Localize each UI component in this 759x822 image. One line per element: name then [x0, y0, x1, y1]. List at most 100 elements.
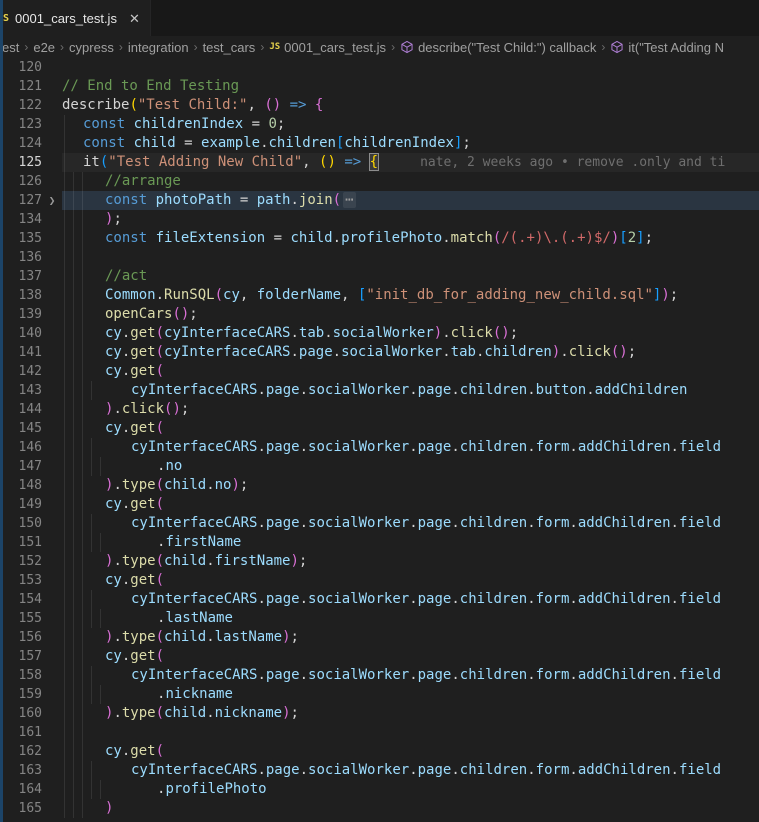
token: .	[451, 591, 460, 607]
token: socialWorker	[332, 325, 434, 341]
code-line[interactable]: 122 describe("Test Child:", () => {	[0, 96, 759, 115]
code-line[interactable]: 155 .lastName	[0, 609, 759, 628]
token: .	[560, 344, 569, 360]
token: .	[670, 591, 679, 607]
code-line[interactable]: 134);	[0, 210, 759, 229]
token: cy	[105, 648, 122, 664]
code-line[interactable]: 148).type(child.no);	[0, 476, 759, 495]
code-line[interactable]: 123 const childrenIndex = 0;	[0, 115, 759, 134]
breadcrumb-item[interactable]: integration	[128, 40, 189, 55]
token: ;	[113, 211, 122, 227]
code-content: cyInterfaceCARS.page.socialWorker.page.c…	[62, 590, 759, 609]
code-editor[interactable]: 120 121// End to End Testing 122 describe("…	[0, 58, 759, 822]
token: // End to End Testing	[62, 78, 240, 94]
code-line[interactable]: 157 cy.get(	[0, 647, 759, 666]
breadcrumb-item[interactable]: it("Test Adding N	[610, 40, 724, 55]
chevron-slot	[42, 742, 62, 761]
token: "Test Adding New Child"	[108, 154, 303, 170]
code-line[interactable]: 145 cy.get(	[0, 419, 759, 438]
code-line[interactable]: 124 const child = example.children[childr…	[0, 134, 759, 153]
token: get	[130, 420, 156, 436]
token: child	[164, 629, 207, 645]
code-line[interactable]: 153 cy.get(	[0, 571, 759, 590]
code-line[interactable]: 125 it("Test Adding New Child", () => {na…	[0, 153, 759, 172]
breadcrumb-item[interactable]: test_cars	[203, 40, 256, 55]
code-line[interactable]: 143 cyInterfaceCARS.page.socialWorker.pag…	[0, 381, 759, 400]
code-content: cy.get(	[62, 495, 759, 514]
gutter: 162	[0, 742, 62, 761]
token: .	[451, 762, 460, 778]
breadcrumb-separator-icon: ›	[391, 40, 396, 54]
code-line[interactable]: 147 .no	[0, 457, 759, 476]
line-number: 160	[18, 706, 42, 721]
chevron-slot	[42, 324, 62, 343]
code-line[interactable]: 159 .nickname	[0, 685, 759, 704]
breadcrumb-item[interactable]: JS 0001_cars_test.js	[269, 40, 386, 55]
code-line[interactable]: 161	[0, 723, 759, 742]
code-content: openCars();	[62, 305, 759, 324]
token: socialWorker	[308, 439, 410, 455]
breadcrumb-item[interactable]: cypress	[69, 40, 114, 55]
code-line[interactable]: 152).type(child.firstName);	[0, 552, 759, 571]
code-line[interactable]: 154 cyInterfaceCARS.page.socialWorker.pag…	[0, 590, 759, 609]
code-line[interactable]: 158 cyInterfaceCARS.page.socialWorker.pag…	[0, 666, 759, 685]
breadcrumb-label: describe("Test Child:") callback	[418, 39, 597, 55]
code-line[interactable]: 136	[0, 248, 759, 267]
close-icon[interactable]: ✕	[129, 12, 140, 25]
token: .	[670, 439, 679, 455]
token: .	[299, 762, 309, 778]
token: )	[282, 705, 291, 721]
line-number: 147	[18, 459, 42, 474]
code-line[interactable]: 138 Common.RunSQL(cy, folderName, ["init_…	[0, 286, 759, 305]
line-number: 154	[18, 592, 42, 607]
folded-code-ellipsis[interactable]: ⋯	[343, 192, 356, 208]
token: get	[130, 572, 156, 588]
chevron-slot	[42, 381, 62, 400]
code-content: .profilePhoto	[62, 780, 759, 799]
code-line[interactable]: 146 cyInterfaceCARS.page.socialWorker.pag…	[0, 438, 759, 457]
code-line[interactable]: 156).type(child.lastName);	[0, 628, 759, 647]
code-line[interactable]: 137 //act	[0, 267, 759, 286]
token: openCars	[105, 306, 173, 322]
code-line[interactable]: 126 //arrange	[0, 172, 759, 191]
token: .	[442, 344, 451, 360]
code-content: const childrenIndex = 0;	[62, 115, 759, 134]
code-line[interactable]: 141 cy.get(cyInterfaceCARS.page.socialWor…	[0, 343, 759, 362]
token: profilePhoto	[165, 781, 267, 797]
line-number: 152	[18, 554, 42, 569]
code-line[interactable]: 142 cy.get(	[0, 362, 759, 381]
token: nickname	[165, 686, 233, 702]
token: children	[459, 667, 528, 683]
code-text: cy.get(	[62, 571, 164, 590]
code-line[interactable]: 140 cy.get(cyInterfaceCARS.tab.socialWork…	[0, 324, 759, 343]
code-line[interactable]: 162 cy.get(	[0, 742, 759, 761]
breadcrumb-label: integration	[127, 39, 189, 55]
code-line[interactable]: 160).type(child.nickname);	[0, 704, 759, 723]
fold-chevron-icon[interactable]: ❯	[42, 191, 62, 210]
token: cyInterfaceCARS	[164, 325, 291, 341]
line-number: 137	[18, 269, 42, 284]
code-line[interactable]: 144).click();	[0, 400, 759, 419]
code-line[interactable]: 150 cyInterfaceCARS.page.socialWorker.pag…	[0, 514, 759, 533]
code-line[interactable]: 139 openCars();	[0, 305, 759, 324]
code-line[interactable]: 121 // End to End Testing	[0, 77, 759, 96]
token: children	[484, 344, 552, 360]
code-line[interactable]: 127 ❯ const photoPath = path.join(⋯	[0, 191, 759, 210]
breadcrumb-item[interactable]: e2e	[33, 40, 55, 55]
breadcrumb-item[interactable]: est	[2, 40, 19, 55]
chevron-slot	[42, 704, 62, 723]
code-line[interactable]: 135 const fileExtension = child.profilePh…	[0, 229, 759, 248]
code-content: //arrange	[62, 172, 759, 191]
code-line[interactable]: 164 .profilePhoto	[0, 780, 759, 799]
code-line[interactable]: 120	[0, 58, 759, 77]
code-line[interactable]: 149 cy.get(	[0, 495, 759, 514]
code-line[interactable]: 151 .firstName	[0, 533, 759, 552]
token: no	[165, 458, 183, 474]
breadcrumb-item[interactable]: describe("Test Child:") callback	[400, 40, 596, 55]
token: children	[459, 439, 528, 455]
code-line[interactable]: 163 cyInterfaceCARS.page.socialWorker.pag…	[0, 761, 759, 780]
token: .	[442, 325, 451, 341]
code-line[interactable]: 165)	[0, 799, 759, 818]
tab-0001-cars-test[interactable]: JS 0001_cars_test.js ✕	[0, 0, 151, 36]
